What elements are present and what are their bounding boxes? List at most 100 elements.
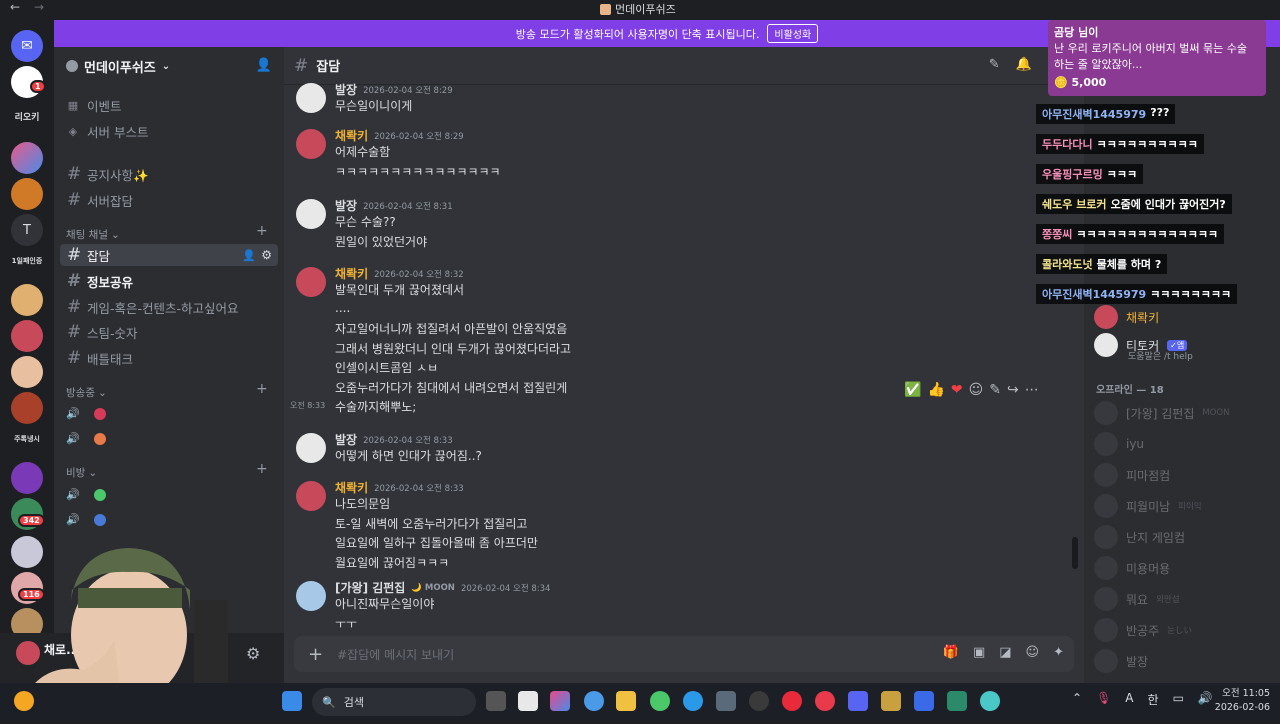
- invite-people-icon[interactable]: 👤: [256, 58, 272, 73]
- edit-icon[interactable]: ✎: [989, 382, 1001, 398]
- app-icon[interactable]: [815, 691, 835, 711]
- calculator-icon[interactable]: [716, 691, 736, 711]
- voice-channel[interactable]: 🔊: [66, 513, 106, 526]
- windows-start-icon[interactable]: [282, 691, 302, 711]
- voice-channel[interactable]: 🔊: [66, 488, 106, 501]
- reply-icon[interactable]: ↪: [1007, 382, 1019, 398]
- author-name[interactable]: 채롹키: [335, 127, 368, 144]
- gif-icon[interactable]: ▣: [973, 645, 985, 660]
- task-view-icon[interactable]: [486, 691, 506, 711]
- more-icon[interactable]: ⋯: [1025, 382, 1039, 398]
- member-row[interactable]: 발장: [1094, 649, 1148, 673]
- add-member-icon[interactable]: 👤: [242, 249, 256, 262]
- server-icon[interactable]: [11, 142, 43, 174]
- check-reaction-icon[interactable]: ✅: [904, 382, 921, 398]
- voice-channel[interactable]: 🔊: [66, 407, 106, 420]
- taskbar-search[interactable]: 🔍 검색: [312, 688, 476, 716]
- forward-arrow-icon[interactable]: →: [34, 0, 44, 14]
- avatar[interactable]: [296, 433, 326, 463]
- server-icon[interactable]: [11, 356, 43, 388]
- ime-indicator[interactable]: A: [1125, 691, 1133, 708]
- edge-icon[interactable]: [683, 691, 703, 711]
- discord-home-icon[interactable]: ✉: [11, 30, 43, 62]
- language-indicator[interactable]: 한: [1148, 691, 1159, 708]
- category-chat[interactable]: 채팅 채널 ⌄: [66, 227, 120, 242]
- app-icon[interactable]: [749, 691, 769, 711]
- server-label[interactable]: 주톡냉시: [2, 434, 52, 444]
- avatar[interactable]: [296, 129, 326, 159]
- avatar[interactable]: [296, 199, 326, 229]
- category-secret[interactable]: 비방 ⌄: [66, 465, 97, 480]
- back-arrow-icon[interactable]: ←: [10, 0, 20, 14]
- voice-channel[interactable]: 🔊: [66, 432, 106, 445]
- member-row[interactable]: 반공주 눈しい: [1094, 618, 1192, 642]
- heart-reaction-icon[interactable]: ❤: [951, 382, 963, 398]
- app-icon[interactable]: [914, 691, 934, 711]
- channel-chat-active[interactable]: # 잡담 👤 ⚙: [60, 244, 278, 266]
- channel-steam[interactable]: # 스팀-숫자: [60, 321, 278, 343]
- scrollbar[interactable]: [1072, 537, 1078, 569]
- server-icon[interactable]: [11, 320, 43, 352]
- bell-icon[interactable]: 🔔: [1016, 57, 1032, 72]
- disable-button[interactable]: 비활성화: [767, 24, 819, 43]
- add-channel-icon[interactable]: +: [256, 381, 268, 397]
- network-icon[interactable]: ▭: [1173, 691, 1184, 708]
- member-row[interactable]: 채롹키: [1094, 305, 1159, 329]
- server-header[interactable]: 먼데이푸쉬즈 ⌄ 👤: [54, 47, 284, 85]
- apps-icon[interactable]: ✦: [1053, 645, 1064, 660]
- chrome-icon[interactable]: [584, 691, 604, 711]
- category-live[interactable]: 방송중 ⌄: [66, 385, 107, 400]
- channel-notice[interactable]: # 공지사항✨: [60, 163, 278, 185]
- weather-icon[interactable]: [14, 691, 34, 711]
- add-reaction-icon[interactable]: ☺: [969, 382, 984, 398]
- message-composer[interactable]: + #잡담에 메시지 보내기 🎁 ▣ ◪ ☺ ✦: [294, 636, 1074, 672]
- author-name[interactable]: 채롹키: [335, 265, 368, 282]
- server-label[interactable]: 리오키: [2, 110, 52, 123]
- add-channel-icon[interactable]: +: [256, 461, 268, 477]
- app-icon[interactable]: [980, 691, 1000, 711]
- channel-battletag[interactable]: # 배틀태크: [60, 347, 278, 369]
- add-channel-icon[interactable]: +: [256, 223, 268, 239]
- store-icon[interactable]: [518, 691, 538, 711]
- channel-info[interactable]: # 정보공유: [60, 270, 278, 292]
- member-row[interactable]: 피마점컴: [1094, 463, 1170, 487]
- copilot-icon[interactable]: [550, 691, 570, 711]
- app-icon[interactable]: [881, 691, 901, 711]
- server-icon[interactable]: T: [11, 214, 43, 246]
- microphone-icon[interactable]: 🎙: [1096, 691, 1111, 708]
- member-row[interactable]: 뭐요 외만섭: [1094, 587, 1180, 611]
- member-row[interactable]: 난지 게임컴: [1094, 525, 1185, 549]
- member-row[interactable]: [가왕] 김펀집 MOON: [1094, 401, 1229, 425]
- sticker-icon[interactable]: ◪: [999, 645, 1011, 660]
- server-icon[interactable]: [11, 462, 43, 494]
- volume-icon[interactable]: 🔊: [1198, 691, 1213, 708]
- gift-icon[interactable]: 🎁: [943, 645, 959, 660]
- server-icon[interactable]: [11, 392, 43, 424]
- author-name[interactable]: [가왕] 김펀집: [335, 579, 405, 596]
- avatar[interactable]: [296, 481, 326, 511]
- author-name[interactable]: 발장: [335, 81, 357, 98]
- file-explorer-icon[interactable]: [616, 691, 636, 711]
- chrome-icon[interactable]: [650, 691, 670, 711]
- server-boost-item[interactable]: ◈ 서버 부스트: [60, 120, 278, 142]
- author-name[interactable]: 발장: [335, 197, 357, 214]
- clock[interactable]: 오전 11:05 2026-02-06: [1212, 687, 1270, 715]
- author-name[interactable]: 채롹키: [335, 479, 368, 496]
- channel-game[interactable]: # 게임-혹은-컨텐츠-하고싶어요: [60, 296, 278, 318]
- server-icon[interactable]: [11, 284, 43, 316]
- avatar[interactable]: [296, 267, 326, 297]
- gear-icon[interactable]: ⚙: [261, 248, 272, 262]
- emoji-icon[interactable]: ☺: [1026, 645, 1040, 660]
- message-input[interactable]: #잡담에 메시지 보내기: [337, 646, 454, 663]
- chevron-up-icon[interactable]: ⌃: [1072, 691, 1082, 708]
- member-row[interactable]: iyu: [1094, 432, 1144, 456]
- app-icon[interactable]: [947, 691, 967, 711]
- server-icon[interactable]: [11, 178, 43, 210]
- member-row[interactable]: 미용머용: [1094, 556, 1170, 580]
- avatar[interactable]: [296, 83, 326, 113]
- thumbs-up-reaction-icon[interactable]: 👍: [927, 382, 944, 398]
- discord-icon[interactable]: [848, 691, 868, 711]
- threads-icon[interactable]: ✎: [989, 57, 1000, 72]
- events-item[interactable]: ▦ 이벤트: [60, 94, 278, 116]
- channel-server-chat[interactable]: # 서버잡담: [60, 189, 278, 211]
